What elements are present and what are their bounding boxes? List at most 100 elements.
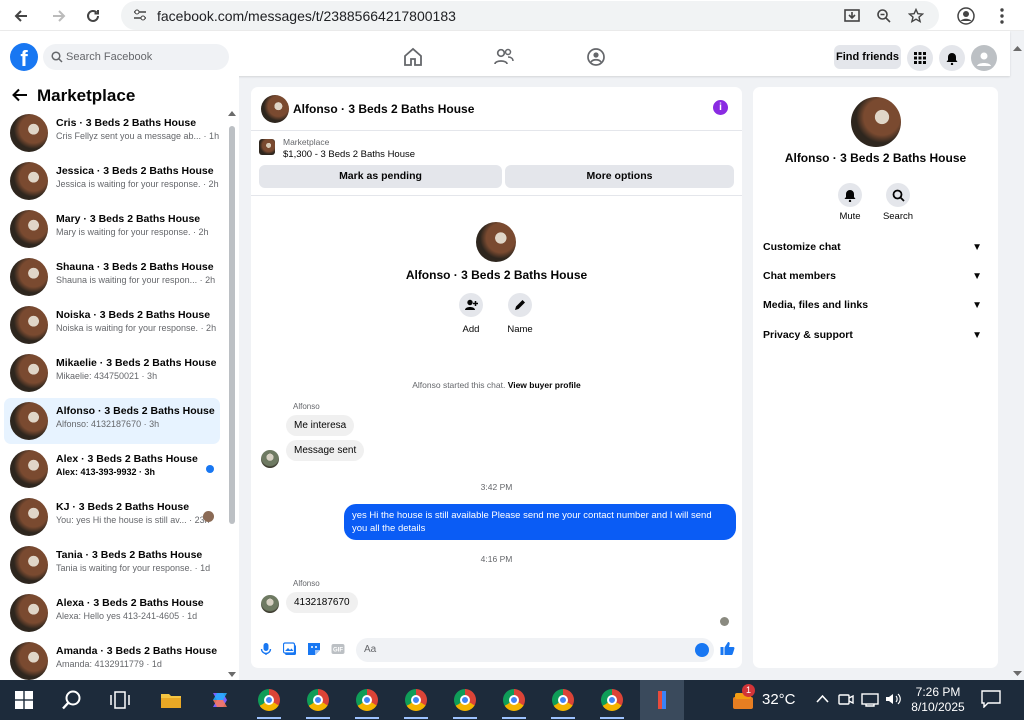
temperature[interactable]: 32°C bbox=[762, 691, 796, 708]
chrome-profile-icon[interactable] bbox=[304, 686, 332, 719]
install-app-icon[interactable] bbox=[839, 3, 865, 29]
mark-as-pending-button[interactable]: Mark as pending bbox=[259, 165, 502, 188]
conversation-item-active[interactable]: Alfonso · 3 Beds 2 Baths House Alfonso: 4… bbox=[4, 398, 220, 444]
listing-thumbnail[interactable] bbox=[259, 139, 275, 155]
scroll-up-icon[interactable] bbox=[1013, 45, 1022, 51]
conversation-item[interactable]: Tania · 3 Beds 2 Baths House Tania is wai… bbox=[4, 542, 220, 588]
site-info-icon[interactable] bbox=[133, 8, 147, 22]
home-icon[interactable] bbox=[402, 47, 424, 67]
message-input[interactable]: Aa bbox=[356, 638, 714, 662]
groups-icon[interactable] bbox=[585, 47, 607, 67]
bookmark-star-icon[interactable] bbox=[903, 3, 929, 29]
address-bar[interactable]: facebook.com/messages/t/2388566421780018… bbox=[121, 1, 939, 30]
find-friends-button[interactable]: Find friends bbox=[834, 45, 901, 69]
sidebar-scrollbar-thumb[interactable] bbox=[229, 126, 235, 524]
photo-icon[interactable] bbox=[283, 642, 297, 656]
search-placeholder: Search Facebook bbox=[66, 51, 153, 63]
notifications-bell-icon[interactable] bbox=[939, 45, 965, 71]
unread-dot-icon bbox=[206, 465, 214, 473]
windows-start-icon[interactable] bbox=[10, 686, 38, 714]
name-action[interactable]: Name bbox=[490, 293, 550, 335]
message-bubble[interactable]: Me interesa bbox=[286, 415, 355, 436]
copilot-icon[interactable] bbox=[206, 686, 234, 714]
conversation-item[interactable]: Mikaelie · 3 Beds 2 Baths House Mikaelie:… bbox=[4, 350, 220, 396]
account-avatar-icon[interactable] bbox=[971, 45, 997, 71]
show-hidden-icons-icon[interactable] bbox=[816, 694, 829, 703]
thumbs-up-icon[interactable] bbox=[720, 641, 735, 656]
message-bubble[interactable]: 4132187670 bbox=[286, 592, 358, 613]
chrome-profile-icon[interactable] bbox=[402, 686, 430, 719]
conversation-item[interactable]: Cris · 3 Beds 2 Baths House Cris Fellyz s… bbox=[4, 110, 220, 156]
browser-menu-icon[interactable] bbox=[989, 3, 1015, 29]
network-icon[interactable] bbox=[861, 691, 879, 707]
weather-badge: 1 bbox=[742, 684, 755, 697]
scroll-down-icon[interactable] bbox=[1013, 671, 1022, 677]
clock[interactable]: 7:26 PM 8/10/2025 bbox=[906, 685, 970, 715]
active-app-icon[interactable] bbox=[640, 680, 684, 720]
chat-header: Alfonso · 3 Beds 2 Baths House i bbox=[251, 87, 742, 131]
clock-time: 7:26 PM bbox=[915, 685, 961, 699]
back-arrow-icon[interactable] bbox=[12, 88, 28, 102]
media-files-links-section[interactable]: Media, files and links ▼ bbox=[763, 299, 988, 319]
profile-icon[interactable] bbox=[953, 3, 979, 29]
avatar[interactable] bbox=[851, 97, 901, 147]
reload-icon[interactable] bbox=[80, 3, 106, 29]
listing-label: Marketplace bbox=[283, 137, 330, 147]
microphone-icon[interactable] bbox=[259, 642, 273, 656]
message-bubble[interactable]: Message sent bbox=[286, 440, 365, 461]
search-icon bbox=[886, 183, 910, 207]
chrome-profile-icon[interactable] bbox=[353, 686, 381, 719]
started-text: Alfonso started this chat. bbox=[412, 380, 506, 390]
volume-icon[interactable] bbox=[885, 691, 901, 707]
conversation-item[interactable]: Noiska · 3 Beds 2 Baths House Noiska is w… bbox=[4, 302, 220, 348]
file-explorer-icon[interactable] bbox=[157, 686, 185, 714]
conversation-item[interactable]: Mary · 3 Beds 2 Baths House Mary is waiti… bbox=[4, 206, 220, 252]
gif-icon[interactable]: GIF bbox=[331, 642, 345, 656]
zoom-icon[interactable] bbox=[871, 3, 897, 29]
page-scrollbar[interactable] bbox=[1011, 45, 1024, 677]
my-message-bubble[interactable]: yes Hi the house is still available Plea… bbox=[344, 504, 736, 540]
conversation-item[interactable]: Amanda · 3 Beds 2 Baths House Amanda: 413… bbox=[4, 638, 220, 684]
mute-action[interactable]: Mute bbox=[827, 183, 873, 222]
avatar bbox=[10, 306, 48, 344]
chrome-icon[interactable] bbox=[255, 686, 283, 719]
sidebar-scrollbar[interactable] bbox=[228, 110, 236, 678]
conversation-item[interactable]: Shauna · 3 Beds 2 Baths House Shauna is w… bbox=[4, 254, 220, 300]
meet-now-icon[interactable] bbox=[838, 691, 854, 707]
conversation-item[interactable]: Alexa · 3 Beds 2 Baths House Alexa: Hello… bbox=[4, 590, 220, 636]
facebook-logo-icon[interactable]: f bbox=[10, 43, 38, 71]
conversation-item[interactable]: Alex · 3 Beds 2 Baths House Alex: 413-393… bbox=[4, 446, 220, 492]
customize-chat-section[interactable]: Customize chat ▼ bbox=[763, 241, 988, 261]
chrome-profile-icon[interactable] bbox=[500, 686, 528, 719]
view-buyer-profile-link[interactable]: View buyer profile bbox=[508, 380, 581, 390]
search-input[interactable]: Search Facebook bbox=[43, 44, 229, 70]
friends-icon[interactable] bbox=[493, 47, 515, 67]
taskbar-search-icon[interactable] bbox=[58, 686, 86, 714]
chat-title[interactable]: Alfonso · 3 Beds 2 Baths House bbox=[293, 102, 474, 116]
conversation-item[interactable]: KJ · 3 Beds 2 Baths House You: yes Hi the… bbox=[4, 494, 220, 540]
forward-icon[interactable] bbox=[46, 3, 72, 29]
scroll-up-icon[interactable] bbox=[228, 110, 236, 116]
chrome-profile-icon[interactable] bbox=[451, 686, 479, 719]
more-options-button[interactable]: More options bbox=[505, 165, 734, 188]
seen-avatar-icon bbox=[203, 511, 214, 522]
chat-members-section[interactable]: Chat members ▼ bbox=[763, 270, 988, 290]
emoji-icon[interactable] bbox=[695, 643, 709, 657]
conversation-item[interactable]: Jessica · 3 Beds 2 Baths House Jessica is… bbox=[4, 158, 220, 204]
privacy-support-section[interactable]: Privacy & support ▼ bbox=[763, 329, 988, 349]
menu-grid-icon[interactable] bbox=[907, 45, 933, 71]
back-icon[interactable] bbox=[8, 3, 34, 29]
search-action[interactable]: Search bbox=[875, 183, 921, 222]
task-view-icon[interactable] bbox=[106, 686, 134, 714]
pencil-icon bbox=[508, 293, 532, 317]
chrome-profile-icon[interactable] bbox=[549, 686, 577, 719]
scroll-down-icon[interactable] bbox=[228, 672, 236, 678]
info-icon[interactable]: i bbox=[713, 100, 728, 115]
sticker-icon[interactable] bbox=[307, 642, 321, 656]
weather-icon[interactable]: 1 bbox=[729, 684, 757, 714]
taskbar: 1 32°C 7:26 PM 8/10/2025 bbox=[0, 680, 1024, 720]
avatar[interactable] bbox=[261, 95, 289, 123]
listing-price[interactable]: $1,300 - 3 Beds 2 Baths House bbox=[283, 149, 415, 160]
chrome-profile-icon[interactable] bbox=[598, 686, 626, 719]
notification-center-icon[interactable] bbox=[981, 690, 1001, 708]
